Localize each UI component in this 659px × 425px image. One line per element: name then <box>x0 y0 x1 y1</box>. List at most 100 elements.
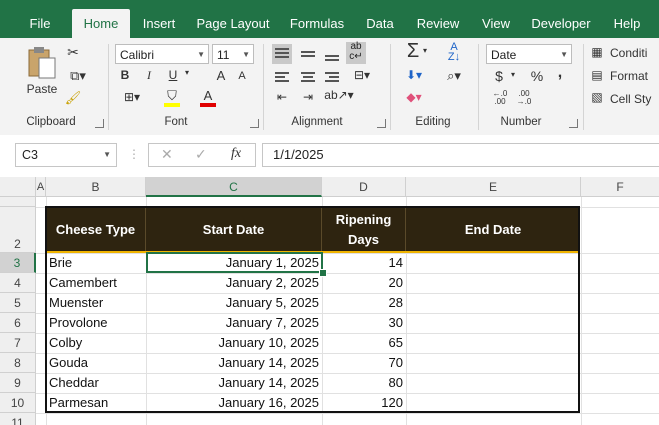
cheese-type-cell[interactable]: Brie <box>49 253 144 273</box>
start-date-cell[interactable]: January 16, 2025 <box>146 393 319 413</box>
row-header-7[interactable]: 7 <box>0 333 36 353</box>
font-size-select[interactable]: 11 ▼ <box>212 44 254 64</box>
tab-formulas[interactable]: Formulas <box>284 9 350 38</box>
row-header-11[interactable]: 11 <box>0 413 36 425</box>
cut-icon[interactable]: ✂ <box>64 44 82 61</box>
cheese-type-cell[interactable]: Gouda <box>49 353 144 373</box>
clipboard-launcher-icon[interactable] <box>95 119 104 128</box>
format-as-table-button[interactable]: Format <box>610 69 659 83</box>
start-date-cell[interactable]: January 10, 2025 <box>146 333 319 353</box>
name-box[interactable]: C3 ▼ <box>15 143 117 167</box>
ripening-days-cell[interactable]: 14 <box>322 253 403 273</box>
row-header-10[interactable]: 10 <box>0 393 36 413</box>
row-header-5[interactable]: 5 <box>0 293 36 313</box>
currency-button[interactable]: $ <box>492 68 506 84</box>
column-header-f[interactable]: F <box>581 177 659 197</box>
ripening-days-cell[interactable]: 28 <box>322 293 403 313</box>
row-header-4[interactable]: 4 <box>0 273 36 293</box>
tab-insert[interactable]: Insert <box>136 9 182 38</box>
tab-review[interactable]: Review <box>410 9 466 38</box>
conditional-formatting-button[interactable]: Conditi <box>610 46 659 60</box>
column-header-b[interactable]: B <box>46 177 146 197</box>
row-header-6[interactable]: 6 <box>0 313 36 333</box>
tab-page-layout[interactable]: Page Layout <box>192 9 274 38</box>
wrap-text-icon[interactable]: ab c↵ <box>346 42 366 64</box>
font-launcher-icon[interactable] <box>250 119 259 128</box>
tab-home[interactable]: Home <box>72 9 130 38</box>
end-date-cell[interactable] <box>409 353 577 373</box>
cheese-type-cell[interactable]: Cheddar <box>49 373 144 393</box>
tab-help[interactable]: Help <box>606 9 648 38</box>
row-header-1[interactable] <box>0 197 36 207</box>
start-date-cell[interactable]: January 14, 2025 <box>146 353 319 373</box>
table-header-cell[interactable]: Ripening Days <box>322 207 406 252</box>
end-date-cell[interactable] <box>409 313 577 333</box>
paste-button[interactable]: Paste <box>22 44 62 104</box>
format-painter-icon[interactable]: 🖌 <box>64 90 82 106</box>
underline-button[interactable]: U <box>166 68 180 82</box>
align-right-button[interactable] <box>322 68 342 88</box>
start-date-cell[interactable]: January 7, 2025 <box>146 313 319 333</box>
tab-data[interactable]: Data <box>360 9 400 38</box>
ripening-days-cell[interactable]: 120 <box>322 393 403 413</box>
row-header-3[interactable]: 3 <box>0 253 36 273</box>
comma-button[interactable]: , <box>554 64 566 82</box>
end-date-cell[interactable] <box>409 253 577 273</box>
fill-handle[interactable] <box>319 269 327 277</box>
grow-font-button[interactable]: A <box>214 68 228 83</box>
formula-input[interactable]: 1/1/2025 <box>262 143 659 167</box>
end-date-cell[interactable] <box>409 373 577 393</box>
row-header-2[interactable]: 2 <box>0 207 36 253</box>
font-color-icon[interactable]: A <box>200 88 216 103</box>
cheese-type-cell[interactable]: Provolone <box>49 313 144 333</box>
table-header-cell[interactable]: End Date <box>406 207 580 252</box>
shrink-font-button[interactable]: A <box>236 70 248 82</box>
ripening-days-cell[interactable]: 80 <box>322 373 403 393</box>
row-header-9[interactable]: 9 <box>0 373 36 393</box>
number-format-select[interactable]: Date ▼ <box>486 44 572 64</box>
clear-icon[interactable]: ◆▾ <box>400 90 428 104</box>
alignment-launcher-icon[interactable] <box>377 119 386 128</box>
end-date-cell[interactable] <box>409 393 577 413</box>
enter-icon[interactable]: ✓ <box>195 146 207 163</box>
decrease-indent-icon[interactable]: ⇤ <box>272 90 292 104</box>
fill-color-icon[interactable]: ⛉ <box>164 88 180 104</box>
font-name-select[interactable]: Calibri ▼ <box>115 44 209 64</box>
select-all-corner[interactable] <box>0 177 36 197</box>
align-top-button[interactable] <box>272 44 292 64</box>
start-date-cell[interactable]: January 14, 2025 <box>146 373 319 393</box>
start-date-cell[interactable]: January 5, 2025 <box>146 293 319 313</box>
cancel-icon[interactable]: ✕ <box>161 146 173 163</box>
ripening-days-cell[interactable]: 20 <box>322 273 403 293</box>
tab-file[interactable]: File <box>20 9 60 38</box>
column-header-a[interactable]: A <box>36 177 46 197</box>
end-date-cell[interactable] <box>409 293 577 313</box>
chevron-down-icon[interactable]: ▼ <box>103 144 111 166</box>
increase-decimal-icon[interactable]: ←.0.00 <box>490 90 510 106</box>
percent-button[interactable]: % <box>530 68 544 84</box>
sort-filter-icon[interactable]: A Z↓ <box>440 42 468 63</box>
chevron-down-icon[interactable]: ▾ <box>420 46 430 55</box>
bold-button[interactable]: B <box>118 68 132 82</box>
column-header-c[interactable]: C <box>146 177 322 197</box>
merge-center-icon[interactable]: ⊟▾ <box>346 68 378 82</box>
increase-indent-icon[interactable]: ⇥ <box>298 90 318 104</box>
column-header-e[interactable]: E <box>406 177 581 197</box>
start-date-cell[interactable]: January 2, 2025 <box>146 273 319 293</box>
ripening-days-cell[interactable]: 65 <box>322 333 403 353</box>
insert-function-icon[interactable]: fx <box>231 146 241 162</box>
table-header-cell[interactable]: Cheese Type <box>46 207 146 252</box>
number-launcher-icon[interactable] <box>569 119 578 128</box>
table-header-cell[interactable]: Start Date <box>146 207 322 252</box>
find-select-icon[interactable]: ⌕▾ <box>440 68 468 84</box>
cheese-type-cell[interactable]: Parmesan <box>49 393 144 413</box>
orientation-icon[interactable]: ab↗▾ <box>324 88 354 102</box>
end-date-cell[interactable] <box>409 273 577 293</box>
column-header-d[interactable]: D <box>322 177 406 197</box>
decrease-decimal-icon[interactable]: .00 →.0 <box>514 90 534 106</box>
italic-button[interactable]: I <box>142 68 156 83</box>
fill-icon[interactable]: ⬇▾ <box>400 68 428 82</box>
chevron-down-icon[interactable]: ▾ <box>182 68 192 77</box>
align-bottom-button[interactable] <box>322 44 342 64</box>
cell-styles-button[interactable]: Cell Sty <box>610 92 659 106</box>
